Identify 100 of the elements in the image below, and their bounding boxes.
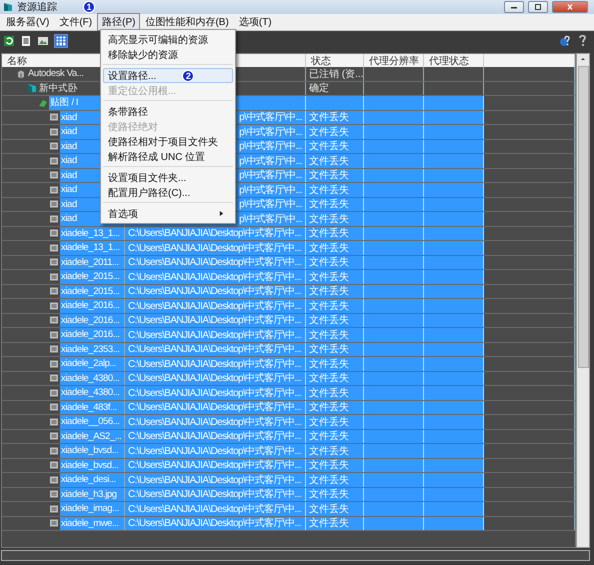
table-cell [424,516,484,530]
image-file-icon [49,388,59,398]
image-file-icon [49,504,59,514]
row-name[interactable]: xiadele_2alp... [60,357,124,370]
maximize-button[interactable] [528,1,548,13]
path-cell: C:\Users\BANJIAJIA\Desktop\中式客厅\中... [125,328,306,342]
column-header[interactable]: 状态 [306,54,364,67]
row-name[interactable]: xiadele__056... [60,415,124,428]
column-header[interactable]: 代理状态 [424,54,484,67]
row-name[interactable]: xiadele_2011... [60,256,124,269]
path-cell: C:\Users\BANJIAJIA\Desktop\中式客厅\中... [125,458,306,472]
table-cell [364,357,424,370]
status-cell: 文件丢失 [306,516,364,530]
row-name[interactable]: xiadele_AS2_... [60,430,124,443]
list-icon[interactable] [20,35,32,47]
row-name[interactable]: xiadele_bvsd... [60,458,124,472]
path-cell: C:\Users\BANJIAJIA\Desktop\中式客厅\中... [125,400,306,414]
row-name[interactable]: xiadele_bvsd... [60,444,124,458]
table-cell [424,96,484,110]
server-icon [16,68,26,79]
image-file-icon [49,431,59,442]
table-cell [424,183,484,196]
table-cell [364,299,424,312]
table-cell [364,284,424,298]
table-cell [424,270,484,284]
status-cell: 已注销 (资... [306,67,364,80]
row-name[interactable]: xiadele_2015... [60,284,124,298]
image-file-icon [49,170,59,180]
row-name[interactable]: xiadele_2015... [60,270,124,284]
table-cell [364,241,424,254]
table-cell [424,328,484,342]
help-icon[interactable] [576,35,588,47]
row-name[interactable]: xiadele_h3.jpg [60,488,124,501]
status-cell: 文件丢失 [306,110,364,124]
image-icon[interactable] [37,35,49,47]
path-cell: C:\Users\BANJIAJIA\Desktop\中式客厅\中... [125,444,306,458]
menu-item[interactable]: 服务器(V) [1,13,54,31]
input-field[interactable] [1,550,590,561]
row-name[interactable]: xiadele_desi... [60,473,124,486]
table-cell [364,212,424,226]
table-cell [424,473,484,486]
row-name[interactable]: xiadele_4380... [60,386,124,400]
row-name[interactable]: xiadele_imag... [60,502,124,516]
table-cell [364,516,424,530]
scene-icon [27,83,37,94]
row-name[interactable]: xiadele_2016... [60,299,124,312]
refresh-icon[interactable] [3,35,15,47]
menu-item[interactable]: 文件(F) [54,13,98,31]
table-cell [424,299,484,312]
scrollbar[interactable] [576,53,590,548]
path-cell: C:\Users\BANJIAJIA\Desktop\中式客厅\中... [125,299,306,312]
table-cell [364,96,424,110]
image-file-icon [49,257,59,268]
menu-option[interactable]: 设置路径... 2 [103,68,233,83]
menu-option[interactable]: 高亮显示可编辑的资源 [103,32,233,47]
table-cell [424,168,484,182]
status-cell: 确定 [306,82,364,95]
row-name[interactable]: xiadele_2016... [60,314,124,327]
status-cell: 文件丢失 [306,444,364,458]
row-name[interactable]: xiadele_mwe... [60,516,124,530]
row-name[interactable]: xiadele_13_1... [60,226,124,240]
row-name[interactable]: xiadele_483f... [60,400,124,414]
table-view-icon[interactable] [54,34,68,48]
table-cell [364,226,424,240]
image-file-icon [49,358,59,369]
table-cell [424,488,484,501]
image-file-icon [49,344,59,354]
menu-item[interactable]: 位图性能和内存(B) [140,13,234,31]
path-cell: C:\Users\BANJIAJIA\Desktop\中式客厅\中... [125,256,306,269]
table-cell [364,183,424,196]
table-cell [364,372,424,385]
minimize-button[interactable] [504,1,524,13]
row-name[interactable]: xiadele_4380... [60,372,124,385]
table-cell [424,198,484,211]
status-cell: 文件丢失 [306,299,364,312]
menu-item[interactable]: 选项(T) [234,13,277,31]
close-button[interactable] [552,1,588,13]
table-cell [424,502,484,516]
image-file-icon [49,112,59,122]
table-cell [424,314,484,327]
table-cell [364,342,424,356]
table-cell [424,125,484,138]
status-cell: 文件丢失 [306,342,364,356]
image-file-icon [49,330,59,340]
path-cell: C:\Users\BANJIAJIA\Desktop\中式客厅\中... [125,502,306,516]
status-cell: 文件丢失 [306,372,364,385]
status-cell: 文件丢失 [306,357,364,370]
column-header[interactable]: 代理分辨率 [364,54,424,67]
table-cell [364,502,424,516]
row-name[interactable]: xiadele_13_1... [60,241,124,254]
image-file-icon [49,141,59,152]
row-name[interactable]: xiadele_2353... [60,342,124,356]
menu-option[interactable]: 移除缺少的资源 [103,47,233,62]
submenu-arrow-icon [219,210,224,217]
table-cell [364,473,424,486]
menu-item[interactable]: 路径(P) [97,13,140,31]
table-cell [424,256,484,269]
row-name[interactable]: xiadele_2016... [60,328,124,342]
status-cell: 文件丢失 [306,284,364,298]
help-icon[interactable] [559,35,571,47]
